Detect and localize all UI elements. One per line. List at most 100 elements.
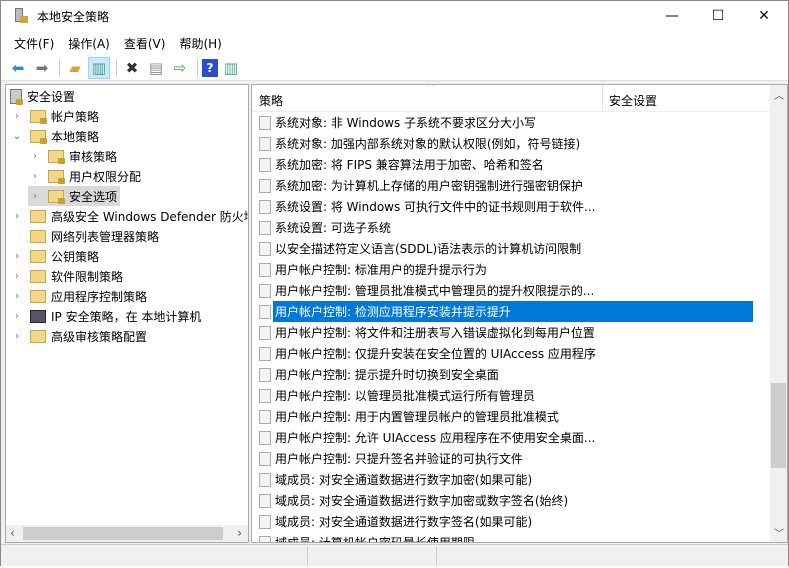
policy-row[interactable]: 用户帐户控制: 允许 UIAccess 应用程序在不使用安全桌面...已禁用 [252, 427, 771, 448]
policy-row[interactable]: 系统加密: 将 FIPS 兼容算法用于加密、哈希和签名已禁用 [252, 154, 771, 175]
tree-item[interactable]: › 帐户策略 [10, 106, 102, 126]
tree-item[interactable]: › 公钥策略 [10, 246, 102, 266]
chevron-right-icon[interactable]: › [28, 191, 42, 202]
maximize-button[interactable]: ☐ [695, 1, 741, 31]
tree-item[interactable]: 网络列表管理器策略 [10, 226, 162, 246]
policy-name: 用户帐户控制: 仅提升安装在安全位置的 UIAccess 应用程序 [275, 347, 596, 361]
help-icon[interactable]: ? [202, 58, 218, 77]
policy-row[interactable]: 系统对象: 加强内部系统对象的默认权限(例如，符号链接)已启用 [252, 133, 771, 154]
column-header-policy[interactable]: 策略 [259, 92, 283, 109]
chevron-right-icon[interactable]: › [28, 151, 42, 162]
forward-arrow-icon[interactable]: ➡ [31, 57, 53, 79]
horizontal-scroll-thumb[interactable] [23, 527, 223, 540]
policy-row[interactable]: 用户帐户控制: 提示提升时切换到安全桌面已禁用 [252, 364, 771, 385]
window: 本地安全策略 — ☐ ✕ 文件(F) 操作(A) 查看(V) 帮助(H) ⬅ ➡… [0, 0, 789, 566]
policy-row[interactable]: 用户帐户控制: 用于内置管理员帐户的管理员批准模式已启用 [252, 406, 771, 427]
tree-item-label: 网络列表管理器策略 [51, 229, 160, 244]
tree-item[interactable]: › 高级审核策略配置 [10, 326, 150, 346]
tree-item[interactable]: › 软件限制策略 [10, 266, 126, 286]
policy-row[interactable]: 用户帐户控制: 管理员批准模式中管理员的提升权限提示的...不提示，直接提升 [252, 280, 771, 301]
tree-item[interactable]: › 审核策略 [28, 146, 120, 166]
policy-list-pane: 策略 ^ 安全设置 系统对象: 非 Windows 子系统不要求区分大小写已启用… [251, 84, 788, 543]
policy-icon [259, 220, 271, 235]
back-arrow-icon[interactable]: ⬅ [7, 57, 29, 79]
policy-icon [259, 388, 271, 403]
up-folder-icon[interactable]: ▰ [64, 57, 86, 79]
folder-lock-icon [30, 129, 47, 144]
chevron-right-icon[interactable]: › [10, 271, 24, 282]
menu-action[interactable]: 操作(A) [61, 35, 117, 52]
policy-row[interactable]: 域成员: 对安全通道数据进行数字签名(如果可能)已启用 [252, 511, 771, 532]
policy-row[interactable]: 用户帐户控制: 标准用户的提升提示行为提示凭据 [252, 259, 771, 280]
scroll-up-icon[interactable]: ︿ [774, 87, 784, 102]
policy-row[interactable]: 域成员: 计算机帐户密码最长使用期限30 天 [252, 532, 771, 542]
policy-row[interactable]: 用户帐户控制: 检测应用程序安装并提示提升已启用 [252, 301, 771, 322]
menu-file[interactable]: 文件(F) [7, 35, 61, 52]
policy-icon [259, 262, 271, 277]
chevron-right-icon[interactable]: › [10, 331, 24, 342]
policy-name: 用户帐户控制: 允许 UIAccess 应用程序在不使用安全桌面... [275, 431, 596, 445]
policy-row[interactable]: 用户帐户控制: 以管理员批准模式运行所有管理员已启用 [252, 385, 771, 406]
show-hide-tree-icon[interactable]: ▥ [88, 56, 110, 79]
chevron-right-icon[interactable]: › [10, 251, 24, 262]
tree-item[interactable]: › 高级安全 Windows Defender 防火墙 [10, 206, 248, 226]
chevron-down-icon[interactable]: ⌄ [10, 131, 24, 142]
tree-item[interactable]: 安全设置 [10, 86, 78, 106]
menu-help[interactable]: 帮助(H) [172, 35, 228, 52]
chevron-right-icon[interactable]: › [10, 211, 24, 222]
policy-icon [259, 472, 271, 487]
folder-icon [30, 269, 46, 283]
folder-lock-icon [30, 109, 47, 124]
policy-name: 用户帐户控制: 标准用户的提升提示行为 [275, 263, 487, 277]
tree-item-label: 应用程序控制策略 [51, 289, 148, 304]
close-button[interactable]: ✕ [741, 1, 787, 31]
policy-icon [259, 241, 271, 256]
policy-icon [259, 346, 271, 361]
policy-name: 域成员: 对安全通道数据进行数字加密或数字签名(始终) [275, 494, 569, 508]
tree-item-label: 本地策略 [51, 129, 100, 144]
tree-item[interactable]: ⌄ 本地策略 [10, 126, 102, 146]
tree-pane: 安全设置 › 帐户策略 ⌄ 本地策略 › 审核策略 › 用户权限分配 › 安全选项 › 高级安全 Win… [5, 84, 249, 543]
tree-item[interactable]: › 应用程序控制策略 [10, 286, 150, 306]
minimize-button[interactable]: — [649, 1, 695, 31]
chevron-right-icon[interactable]: › [10, 311, 24, 322]
horizontal-scrollbar[interactable]: ‹ › [6, 525, 248, 542]
policy-name: 域成员: 对安全通道数据进行数字加密(如果可能) [275, 473, 533, 487]
export-list-icon[interactable]: ⇨ [169, 57, 191, 79]
policy-icon [259, 451, 271, 466]
tree-item-label: 软件限制策略 [51, 269, 124, 284]
menu-view[interactable]: 查看(V) [117, 35, 173, 52]
column-header-setting[interactable]: 安全设置 [609, 92, 657, 109]
policy-row[interactable]: 域成员: 对安全通道数据进行数字加密或数字签名(始终)已启用 [252, 490, 771, 511]
delete-icon[interactable]: ✖ [121, 57, 143, 79]
policy-icon [259, 493, 271, 508]
policy-row[interactable]: 系统加密: 为计算机上存储的用户密钥强制进行强密钥保护没有定义 [252, 175, 771, 196]
policy-row[interactable]: 用户帐户控制: 只提升签名并验证的可执行文件已禁用 [252, 448, 771, 469]
menu-bar: 文件(F) 操作(A) 查看(V) 帮助(H) [1, 31, 788, 55]
policy-icon [259, 283, 271, 298]
tree-item-label: 用户权限分配 [69, 169, 142, 184]
vertical-scrollbar[interactable]: ︿ ﹀ [770, 85, 787, 542]
policy-row[interactable]: 用户帐户控制: 仅提升安装在安全位置的 UIAccess 应用程序已启用 [252, 343, 771, 364]
chevron-right-icon[interactable]: › [28, 171, 42, 182]
show-hide-action-pane-icon[interactable]: ▥ [220, 57, 242, 79]
policy-icon [259, 199, 271, 214]
tree-item[interactable]: › 安全选项 [28, 186, 121, 206]
tree-item[interactable]: › IP 安全策略，在 本地计算机 [10, 306, 204, 326]
vertical-scroll-thumb[interactable] [771, 383, 786, 468]
scroll-right-icon[interactable]: › [237, 526, 242, 540]
properties-icon[interactable]: ▤ [145, 57, 167, 79]
policy-row[interactable]: 系统设置: 将 Windows 可执行文件中的证书规则用于软件...已禁用 [252, 196, 771, 217]
policy-row[interactable]: 系统设置: 可选子系统 [252, 217, 771, 238]
policy-row[interactable]: 用户帐户控制: 将文件和注册表写入错误虚拟化到每用户位置已启用 [252, 322, 771, 343]
status-segment [436, 547, 437, 565]
toolbar-separator [59, 58, 60, 77]
policy-row[interactable]: 系统对象: 非 Windows 子系统不要求区分大小写已启用 [252, 112, 771, 133]
chevron-right-icon[interactable]: › [10, 291, 24, 302]
tree-item[interactable]: › 用户权限分配 [28, 166, 144, 186]
scroll-left-icon[interactable]: ‹ [10, 526, 15, 540]
chevron-right-icon[interactable]: › [10, 111, 24, 122]
policy-row[interactable]: 以安全描述符定义语言(SDDL)语法表示的计算机访问限制没有定义 [252, 238, 771, 259]
policy-row[interactable]: 域成员: 对安全通道数据进行数字加密(如果可能)已启用 [252, 469, 771, 490]
scroll-down-icon[interactable]: ﹀ [774, 525, 784, 540]
